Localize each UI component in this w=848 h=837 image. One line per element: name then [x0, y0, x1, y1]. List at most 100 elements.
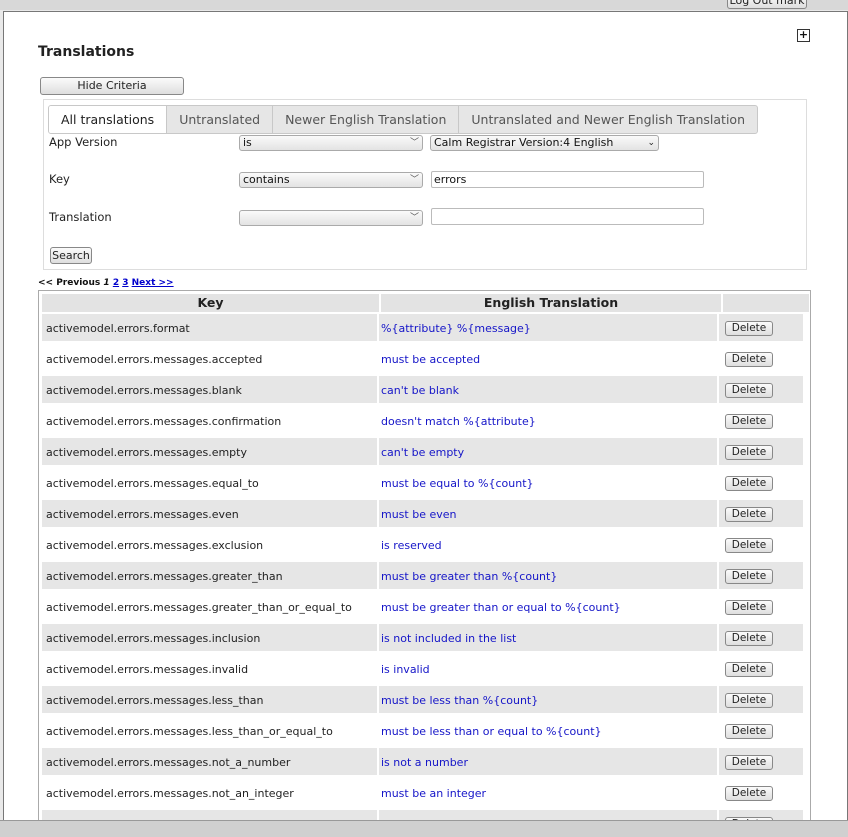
table-body: activemodel.errors.format %{attribute} %{…: [39, 313, 810, 820]
top-bar: Log Out mark: [0, 0, 848, 10]
key-cell: activemodel.errors.messages.inclusion: [41, 623, 378, 652]
search-button[interactable]: Search: [50, 247, 92, 264]
delete-button[interactable]: Delete: [725, 414, 773, 429]
actions-cell: Delete: [718, 406, 804, 435]
translation-cell[interactable]: %{attribute} %{message}: [378, 313, 718, 342]
logout-button[interactable]: Log Out mark: [727, 0, 807, 9]
table-row: activemodel.errors.messages.less_than mus…: [41, 685, 810, 716]
translation-cell[interactable]: can't be blank: [378, 375, 718, 404]
tab-all-translations[interactable]: All translations: [49, 106, 167, 133]
chevron-down-icon: ⌄: [647, 138, 655, 148]
key-label: Key: [49, 172, 70, 186]
criteria-box: All translations Untranslated Newer Engl…: [43, 99, 807, 270]
translation-cell[interactable]: must be greater than or equal to %{count…: [378, 592, 718, 621]
translation-cell[interactable]: must be accepted: [378, 344, 718, 373]
pagination-current-page: 1: [103, 278, 110, 288]
delete-button[interactable]: Delete: [725, 631, 773, 646]
key-value-input[interactable]: errors: [431, 171, 704, 188]
translation-cell[interactable]: must be less than %{count}: [378, 685, 718, 714]
key-operator-value: contains: [243, 173, 290, 186]
key-cell: activemodel.errors.format: [41, 313, 378, 342]
translation-cell[interactable]: is not a number: [378, 747, 718, 776]
chevron-down-icon: ﹀: [409, 175, 419, 185]
pagination-next[interactable]: Next >>: [132, 278, 174, 288]
key-cell: activemodel.errors.messages.less_than: [41, 685, 378, 714]
app-version-value-select[interactable]: Calm Registrar Version:4 English ⌄: [430, 135, 659, 151]
table-row: activemodel.errors.messages.invalid is in…: [41, 654, 810, 685]
actions-cell: Delete: [718, 778, 804, 807]
translation-operator-select[interactable]: ﹀: [239, 210, 423, 226]
translation-cell[interactable]: must be equal to %{count}: [378, 468, 718, 497]
key-cell: activemodel.errors.messages.not_a_number: [41, 747, 378, 776]
key-cell: activemodel.errors.messages.accepted: [41, 344, 378, 373]
actions-cell: Delete: [718, 623, 804, 652]
table-row: activemodel.errors.messages.inclusion is …: [41, 623, 810, 654]
delete-button[interactable]: Delete: [725, 786, 773, 801]
translation-cell[interactable]: must be an integer: [378, 778, 718, 807]
translation-cell[interactable]: must be less than or equal to %{count}: [378, 716, 718, 745]
translation-cell[interactable]: is reserved: [378, 530, 718, 559]
table-row: activemodel.errors.messages.even must be …: [41, 499, 810, 530]
pagination-previous: << Previous: [38, 278, 101, 288]
app-version-operator-select[interactable]: is ﹀: [239, 135, 423, 151]
key-cell: activemodel.errors.messages.greater_than…: [41, 592, 378, 621]
tab-untranslated[interactable]: Untranslated: [166, 106, 272, 133]
table-row: activemodel.errors.messages.equal_to must…: [41, 468, 810, 499]
key-cell: activemodel.errors.messages.invalid: [41, 654, 378, 683]
translation-cell[interactable]: can't be empty: [378, 437, 718, 466]
key-cell: activemodel.errors.messages.not_an_integ…: [41, 778, 378, 807]
actions-cell: Delete: [718, 313, 804, 342]
translation-cell[interactable]: doesn't match %{attribute}: [378, 406, 718, 435]
delete-button[interactable]: Delete: [725, 600, 773, 615]
delete-button[interactable]: Delete: [725, 507, 773, 522]
key-cell: activemodel.errors.messages.confirmation: [41, 406, 378, 435]
delete-button[interactable]: Delete: [725, 352, 773, 367]
hide-criteria-button[interactable]: Hide Criteria: [40, 77, 184, 95]
table-row: activemodel.errors.messages.not_an_integ…: [41, 778, 810, 809]
table-row: activemodel.errors.messages.empty can't b…: [41, 437, 810, 468]
table-row: activemodel.errors.messages.greater_than…: [41, 592, 810, 623]
translation-cell[interactable]: is not included in the list: [378, 623, 718, 652]
table-row: activemodel.errors.messages.accepted must…: [41, 344, 810, 375]
actions-cell: Delete: [718, 685, 804, 714]
delete-button[interactable]: Delete: [725, 569, 773, 584]
actions-cell: Delete: [718, 344, 804, 373]
page-title: Translations: [38, 44, 135, 60]
table-row: activemodel.errors.messages.confirmation…: [41, 406, 810, 437]
key-cell: activemodel.errors.messages.blank: [41, 375, 378, 404]
delete-button[interactable]: Delete: [725, 321, 773, 336]
expand-icon[interactable]: +: [797, 29, 810, 42]
pagination-page-2[interactable]: 2: [113, 278, 119, 288]
delete-button[interactable]: Delete: [725, 693, 773, 708]
translations-table: Key English Translation activemodel.erro…: [38, 290, 811, 820]
delete-button[interactable]: Delete: [725, 445, 773, 460]
tab-untranslated-and-newer[interactable]: Untranslated and Newer English Translati…: [458, 106, 757, 133]
delete-button[interactable]: Delete: [725, 476, 773, 491]
chevron-down-icon: ﹀: [409, 213, 419, 223]
translation-label: Translation: [49, 210, 112, 224]
tab-newer-english-translation[interactable]: Newer English Translation: [272, 106, 458, 133]
pagination-page-3[interactable]: 3: [122, 278, 128, 288]
key-cell: activemodel.errors.messages.empty: [41, 437, 378, 466]
table-row: activemodel.errors.messages.greater_than…: [41, 561, 810, 592]
table-row: activemodel.errors.messages.exclusion is …: [41, 530, 810, 561]
table-row: activemodel.errors.format %{attribute} %{…: [41, 313, 810, 344]
delete-button[interactable]: Delete: [725, 662, 773, 677]
delete-button[interactable]: Delete: [725, 538, 773, 553]
delete-button[interactable]: Delete: [725, 724, 773, 739]
key-operator-select[interactable]: contains ﹀: [239, 172, 423, 188]
delete-button[interactable]: Delete: [725, 383, 773, 398]
actions-cell: Delete: [718, 747, 804, 776]
app-version-label: App Version: [49, 135, 118, 149]
actions-cell: Delete: [718, 654, 804, 683]
column-header-actions: [722, 293, 810, 313]
translation-cell[interactable]: must be even: [378, 499, 718, 528]
translation-value-input[interactable]: [431, 208, 704, 225]
translation-cell[interactable]: must be greater than %{count}: [378, 561, 718, 590]
table-row: activemodel.errors.messages.not_a_number…: [41, 747, 810, 778]
translation-cell[interactable]: is invalid: [378, 654, 718, 683]
table-row: activemodel.errors.messages.less_than_or…: [41, 716, 810, 747]
delete-button[interactable]: Delete: [725, 755, 773, 770]
actions-cell: Delete: [718, 375, 804, 404]
key-cell: activemodel.errors.messages.less_than_or…: [41, 716, 378, 745]
